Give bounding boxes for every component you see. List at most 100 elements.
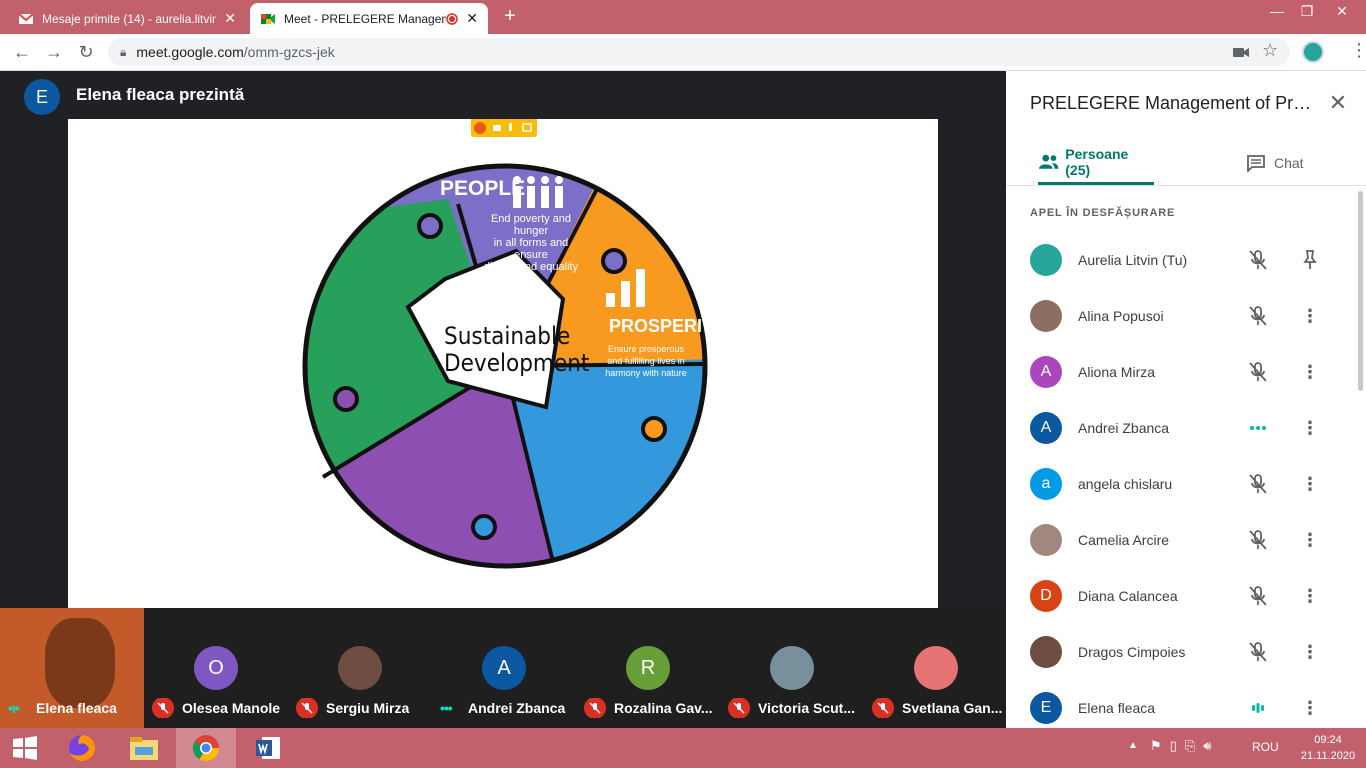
tab-gmail[interactable]: Mesaje primite (14) - aurelia.litvin ✕ (8, 3, 246, 34)
tile-name: Sergiu Mirza (326, 700, 410, 716)
clock[interactable]: 09:24 21.11.2020 (1298, 732, 1358, 764)
participant-row[interactable]: A Aliona Mirza ⋮ (1006, 344, 1356, 400)
panel-title: PRELEGERE Management of Prod... (1030, 93, 1320, 113)
system-tray-icons[interactable]: ⚑ ▯ ⎘ 🔊︎ (1150, 738, 1240, 758)
scrollbar[interactable] (1358, 191, 1363, 391)
more-icon[interactable]: ⋮ (1298, 584, 1322, 608)
video-feed (45, 618, 115, 708)
participant-tile[interactable]: A ••• Andrei Zbanca (432, 608, 576, 728)
minimize-icon[interactable]: — (1262, 0, 1292, 22)
participant-row[interactable]: Alina Popusoi ⋮ (1006, 288, 1356, 344)
new-tab-button[interactable]: + (498, 4, 522, 28)
mic-off-icon (152, 698, 174, 718)
tile-avatar-photo (338, 646, 382, 690)
close-tab-icon[interactable]: ✕ (466, 10, 478, 27)
more-icon[interactable]: ⋮ (1298, 528, 1322, 552)
participant-strip: •ı• Elena fleaca O Olesea Manole Sergiu M… (0, 608, 1006, 728)
file-explorer-icon[interactable] (114, 728, 174, 768)
audio-dots-icon (1246, 416, 1270, 440)
network-icon[interactable]: ⎘ (1185, 738, 1195, 758)
pin-icon[interactable] (1298, 248, 1322, 272)
participant-avatar: E (1030, 692, 1062, 724)
more-icon[interactable]: ⋮ (1298, 640, 1322, 664)
battery-icon[interactable]: ▯ (1170, 738, 1177, 758)
divider (1006, 185, 1366, 186)
participant-row[interactable]: a angela chislaru ⋮ (1006, 456, 1356, 512)
presenter-avatar: E (24, 79, 60, 115)
restore-icon[interactable]: ❐ (1292, 0, 1322, 22)
participant-name: Camelia Arcire (1078, 532, 1170, 548)
participant-name: angela chislaru (1078, 476, 1173, 492)
shared-slide: Sustainable Development PEOPLE End pover… (68, 119, 938, 608)
reload-icon[interactable]: ↻ (74, 40, 98, 64)
tile-avatar-photo (914, 646, 958, 690)
participant-name: Aurelia Litvin (Tu) (1078, 252, 1188, 268)
speaking-icon: •ı• (8, 700, 20, 716)
mic-off-icon (1246, 248, 1270, 272)
participant-photo (1030, 524, 1062, 556)
tile-name: Rozalina Gav... (614, 700, 713, 716)
back-icon[interactable]: ← (10, 40, 34, 64)
mic-off-icon (1246, 528, 1270, 552)
participant-tile[interactable]: Sergiu Mirza (288, 608, 432, 728)
participant-name: Elena fleaca (1078, 700, 1156, 716)
participant-name: Aliona Mirza (1078, 364, 1156, 380)
more-icon[interactable]: ⋮ (1298, 360, 1322, 384)
lock-icon: 🔒︎ (120, 44, 127, 59)
more-icon[interactable]: ⋮ (1298, 472, 1322, 496)
tile-avatar: O (194, 646, 238, 690)
participant-row[interactable]: Dragos Cimpoies ⋮ (1006, 624, 1356, 680)
meet-icon (261, 13, 275, 24)
mic-off-icon (872, 698, 894, 718)
menu-icon[interactable]: ⋮ (1350, 40, 1366, 61)
participant-row[interactable]: A Andrei Zbanca ⋮ (1006, 400, 1356, 456)
close-window-icon[interactable]: ✕ (1322, 0, 1362, 22)
screen-share-indicator (471, 119, 537, 137)
chrome-icon[interactable] (176, 728, 236, 768)
profile-avatar[interactable] (1302, 41, 1324, 63)
presenter-label: Elena fleaca prezintă (76, 85, 245, 104)
tab-people[interactable]: Persoane (25) (1038, 141, 1154, 185)
tray-expand-icon[interactable]: ▲ (1128, 740, 1138, 751)
windows-taskbar: ▲ ⚑ ▯ ⎘ 🔊︎ ROU 09:24 21.11.2020 (0, 728, 1366, 768)
word-icon[interactable] (238, 728, 298, 768)
browser-toolbar: ← → ↻ 🔒︎ meet.google.com/omm-gzcs-jek ☆ … (0, 34, 1366, 71)
tile-name: Olesea Manole (182, 700, 281, 716)
participant-avatar: A (1030, 356, 1062, 388)
speaking-dots-icon: ••• (440, 700, 453, 716)
firefox-icon[interactable] (52, 728, 112, 768)
close-panel-icon[interactable]: ✕ (1324, 89, 1352, 117)
volume-icon[interactable]: 🔊︎ (1203, 738, 1211, 758)
participant-avatar: A (1030, 412, 1062, 444)
forward-icon[interactable]: → (42, 40, 66, 64)
participant-row[interactable]: D Diana Calancea ⋮ (1006, 568, 1356, 624)
url-path: /omm-gzcs-jek (243, 44, 335, 60)
flag-icon[interactable]: ⚑ (1150, 738, 1162, 758)
close-tab-icon[interactable]: ✕ (224, 10, 236, 27)
tab-chat[interactable]: Chat (1246, 141, 1326, 185)
tab-title: Mesaje primite (14) - aurelia.litvin (42, 11, 217, 26)
participant-tile[interactable]: R Rozalina Gav... (576, 608, 720, 728)
more-icon[interactable]: ⋮ (1298, 304, 1322, 328)
prosperity-text: Ensure prosperous and fulfilling lives in… (605, 344, 687, 378)
more-icon[interactable]: ⋮ (1298, 416, 1322, 440)
language-indicator[interactable]: ROU (1252, 740, 1279, 754)
participant-tile[interactable]: O Olesea Manole (144, 608, 288, 728)
browser-tab-bar: Mesaje primite (14) - aurelia.litvin ✕ M… (0, 0, 1366, 34)
participant-tile[interactable]: •ı• Elena fleaca (0, 608, 144, 728)
windows-start-icon[interactable] (0, 728, 50, 768)
camera-icon[interactable] (1232, 44, 1250, 60)
participant-row[interactable]: Aurelia Litvin (Tu) (1006, 232, 1356, 288)
participant-photo (1030, 636, 1062, 668)
bookmark-star-icon[interactable]: ☆ (1262, 40, 1278, 61)
people-text: End poverty and hunger in all forms and e… (483, 213, 579, 273)
people-title: PEOPLE (440, 177, 526, 200)
participant-tile[interactable]: Victoria Scut... (720, 608, 864, 728)
participant-tile[interactable]: Svetlana Gan... (864, 608, 1006, 728)
participant-row[interactable]: Camelia Arcire ⋮ (1006, 512, 1356, 568)
more-icon[interactable]: ⋮ (1298, 696, 1322, 720)
participant-avatar: D (1030, 580, 1062, 612)
tile-avatar: R (626, 646, 670, 690)
tab-meet[interactable]: Meet - PRELEGERE Management ✕ (250, 3, 488, 34)
address-bar[interactable]: 🔒︎ meet.google.com/omm-gzcs-jek (108, 38, 1290, 66)
